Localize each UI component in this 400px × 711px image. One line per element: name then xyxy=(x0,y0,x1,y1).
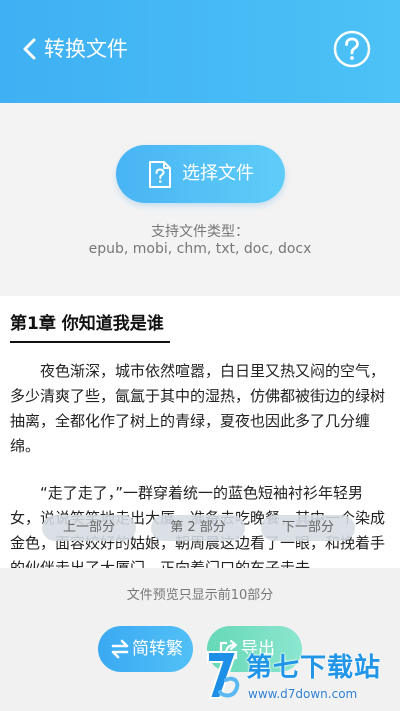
swap-icon xyxy=(111,639,129,659)
chapter-title: 第1章 你知道我是谁 xyxy=(10,314,164,334)
supported-types-title: 支持文件类型： xyxy=(151,224,249,240)
help-icon[interactable] xyxy=(333,30,371,68)
convert-traditional-label: 简转繁 xyxy=(132,639,183,659)
page-title: 转换文件 xyxy=(44,37,128,61)
watermark-logo-icon xyxy=(207,651,240,699)
supported-types-list: epub, mobi, chm, txt, doc, docx xyxy=(88,241,312,257)
app-header: 转换文件 xyxy=(0,0,400,103)
preview-paragraph: 夜色渐深，城市依然喧嚣，白日里又热又闷的空气，多少清爽了些，氤氲于其中的湿热，仿… xyxy=(10,362,386,455)
watermark-url: www.d7down.com xyxy=(248,687,358,701)
back-arrow-icon[interactable] xyxy=(18,34,44,64)
title-underline xyxy=(10,341,170,343)
preview-limit-note: 文件预览只显示前10部分 xyxy=(126,588,274,603)
watermark-name: 第七下载站 xyxy=(246,653,382,683)
current-part-indicator[interactable]: 第 2 部分 xyxy=(151,515,245,541)
next-part-button[interactable]: 下一部分 xyxy=(261,515,355,541)
convert-traditional-button[interactable]: 简转繁 xyxy=(98,626,193,672)
select-file-label: 选择文件 xyxy=(182,163,254,184)
site-watermark: 第七下载站 www.d7down.com xyxy=(202,640,400,711)
prev-part-button[interactable]: 上一部分 xyxy=(42,515,136,541)
file-question-icon xyxy=(149,161,171,188)
file-picker-panel: 选择文件 支持文件类型： epub, mobi, chm, txt, doc, … xyxy=(0,103,400,259)
select-file-button[interactable]: 选择文件 xyxy=(116,145,285,203)
